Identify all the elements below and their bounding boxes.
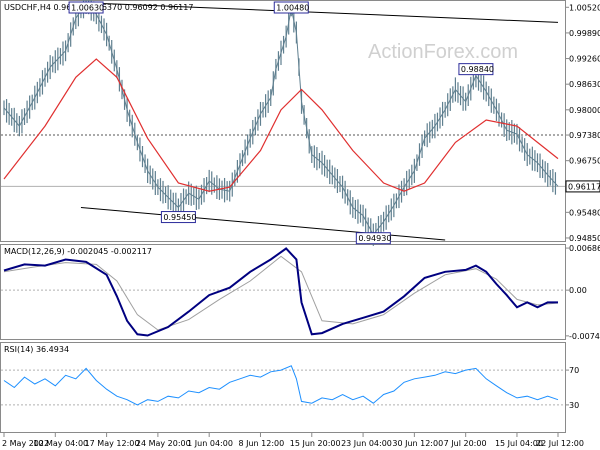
watermark: ActionForex.com (368, 41, 518, 63)
price-y-tick-label: 0.99260 (569, 55, 600, 64)
macd-y-tick-label: 0.00 (569, 286, 587, 295)
x-tick-label: 17 May 12:00 (85, 439, 140, 448)
x-tick-label: 7 Jul 20:00 (444, 439, 487, 448)
price-y-tick-label: 1.00520 (569, 3, 600, 12)
x-tick-label: 22 Jul 12:00 (536, 439, 584, 448)
x-tick-label: 1 Jun 04:00 (187, 439, 233, 448)
x-tick-label: 15 Jun 20:00 (290, 439, 341, 448)
price-y-tick-label: 0.94850 (569, 234, 600, 243)
rsi-line (3, 365, 559, 406)
price-y-tick-label: 0.99890 (569, 29, 600, 38)
x-tick-label: 24 May 20:00 (136, 439, 191, 448)
rsi-plot: 70 30 (1, 365, 579, 410)
annotation-label: 1.00480 (276, 4, 309, 13)
price-plot: 1.00520 0.99890 0.99260 0.98630 0.98000 0.973… (1, 0, 600, 246)
x-tick-label: 8 Jun 12:00 (238, 439, 284, 448)
chart-root: ActionForex.com USDCHF,H4 0.96155 0.9637… (0, 0, 600, 450)
macd-plot: 0.006861 0.00 -0.007454 (1, 244, 600, 341)
macd-signal-line (3, 255, 559, 331)
macd-y-tick-label: -0.007454 (569, 332, 600, 341)
current-price-label: 0.96117 (568, 182, 600, 191)
trendline-1 (86, 2, 559, 23)
x-axis: 2 May 202210 May 04:0017 May 12:0024 May… (2, 433, 584, 448)
price-y-tick-label: 0.98630 (569, 80, 600, 89)
annotation-label: 1.00630 (71, 4, 104, 13)
x-tick-label: 23 Jun 04:00 (341, 439, 392, 448)
price-y-tick-label: 0.96750 (569, 157, 600, 166)
macd-panel-frame (0, 244, 566, 340)
annotation-label: 0.94930 (358, 234, 391, 243)
x-tick-label: 30 Jun 12:00 (392, 439, 443, 448)
price-y-tick-label: 0.95480 (569, 208, 600, 217)
chart-svg: ActionForex.com USDCHF,H4 0.96155 0.9637… (0, 0, 600, 448)
rsi-y-tick-label: 70 (569, 366, 579, 375)
annotation-label: 0.95450 (163, 213, 196, 222)
annotation-label: 0.98840 (461, 65, 494, 74)
rsi-panel-frame (0, 342, 566, 433)
price-y-tick-label: 0.98000 (569, 106, 600, 115)
macd-panel-title: MACD(12,26,9) -0.002045 -0.002117 (4, 247, 152, 256)
macd-main-line (3, 247, 558, 337)
price-y-tick-label: 0.97380 (569, 131, 600, 140)
rsi-panel-title: RSI(14) 36.4934 (4, 345, 69, 354)
price-line (3, 1, 559, 236)
macd-y-tick-label: 0.006861 (569, 244, 600, 253)
x-tick-label: 10 May 04:00 (33, 439, 88, 448)
rsi-y-tick-label: 30 (569, 401, 579, 410)
